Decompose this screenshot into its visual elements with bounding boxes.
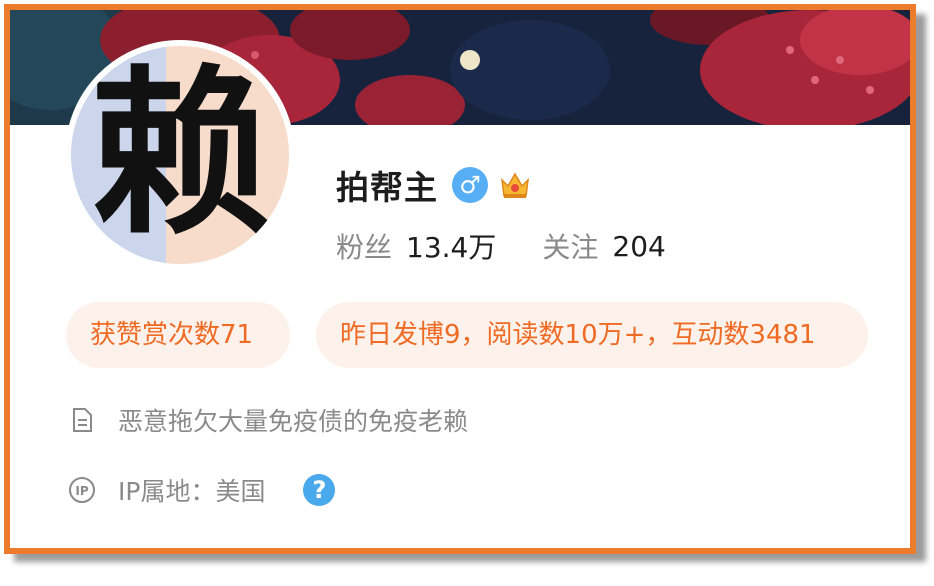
likes-badge: 获赞赏次数71 — [66, 302, 290, 368]
followers-label[interactable]: 粉丝 — [336, 226, 392, 266]
profile-card: 赖 拍帮主 ♂ 粉丝 13.4万 关注 204 获赞赏次数71 昨日发博9，阅读… — [4, 4, 916, 554]
name-row: 拍帮主 ♂ — [336, 160, 532, 210]
username[interactable]: 拍帮主 — [336, 161, 438, 209]
profile-description: 恶意拖欠大量免疫债的免疫老赖 — [118, 407, 469, 436]
ip-row: IP IP属地：美国 ? — [68, 470, 336, 510]
followers-value[interactable]: 13.4万 — [406, 226, 496, 266]
ip-location: IP属地：美国 — [118, 477, 266, 506]
male-icon: ♂ — [452, 167, 488, 203]
ip-icon: IP — [69, 477, 95, 503]
activity-badge: 昨日发博9，阅读数10万+，互动数3481 — [316, 302, 868, 368]
avatar[interactable]: 赖 — [65, 40, 295, 270]
document-icon — [73, 408, 92, 432]
description-row: 恶意拖欠大量免疫债的免疫老赖 — [68, 400, 468, 440]
following-label[interactable]: 关注 — [542, 226, 598, 266]
avatar-glyph: 赖 — [90, 48, 270, 259]
stats-row: 粉丝 13.4万 关注 204 — [336, 224, 666, 268]
svg-text:IP: IP — [75, 484, 88, 498]
following-value[interactable]: 204 — [612, 230, 665, 263]
vip-crown-icon[interactable] — [498, 168, 532, 202]
help-icon[interactable]: ? — [303, 474, 336, 506]
